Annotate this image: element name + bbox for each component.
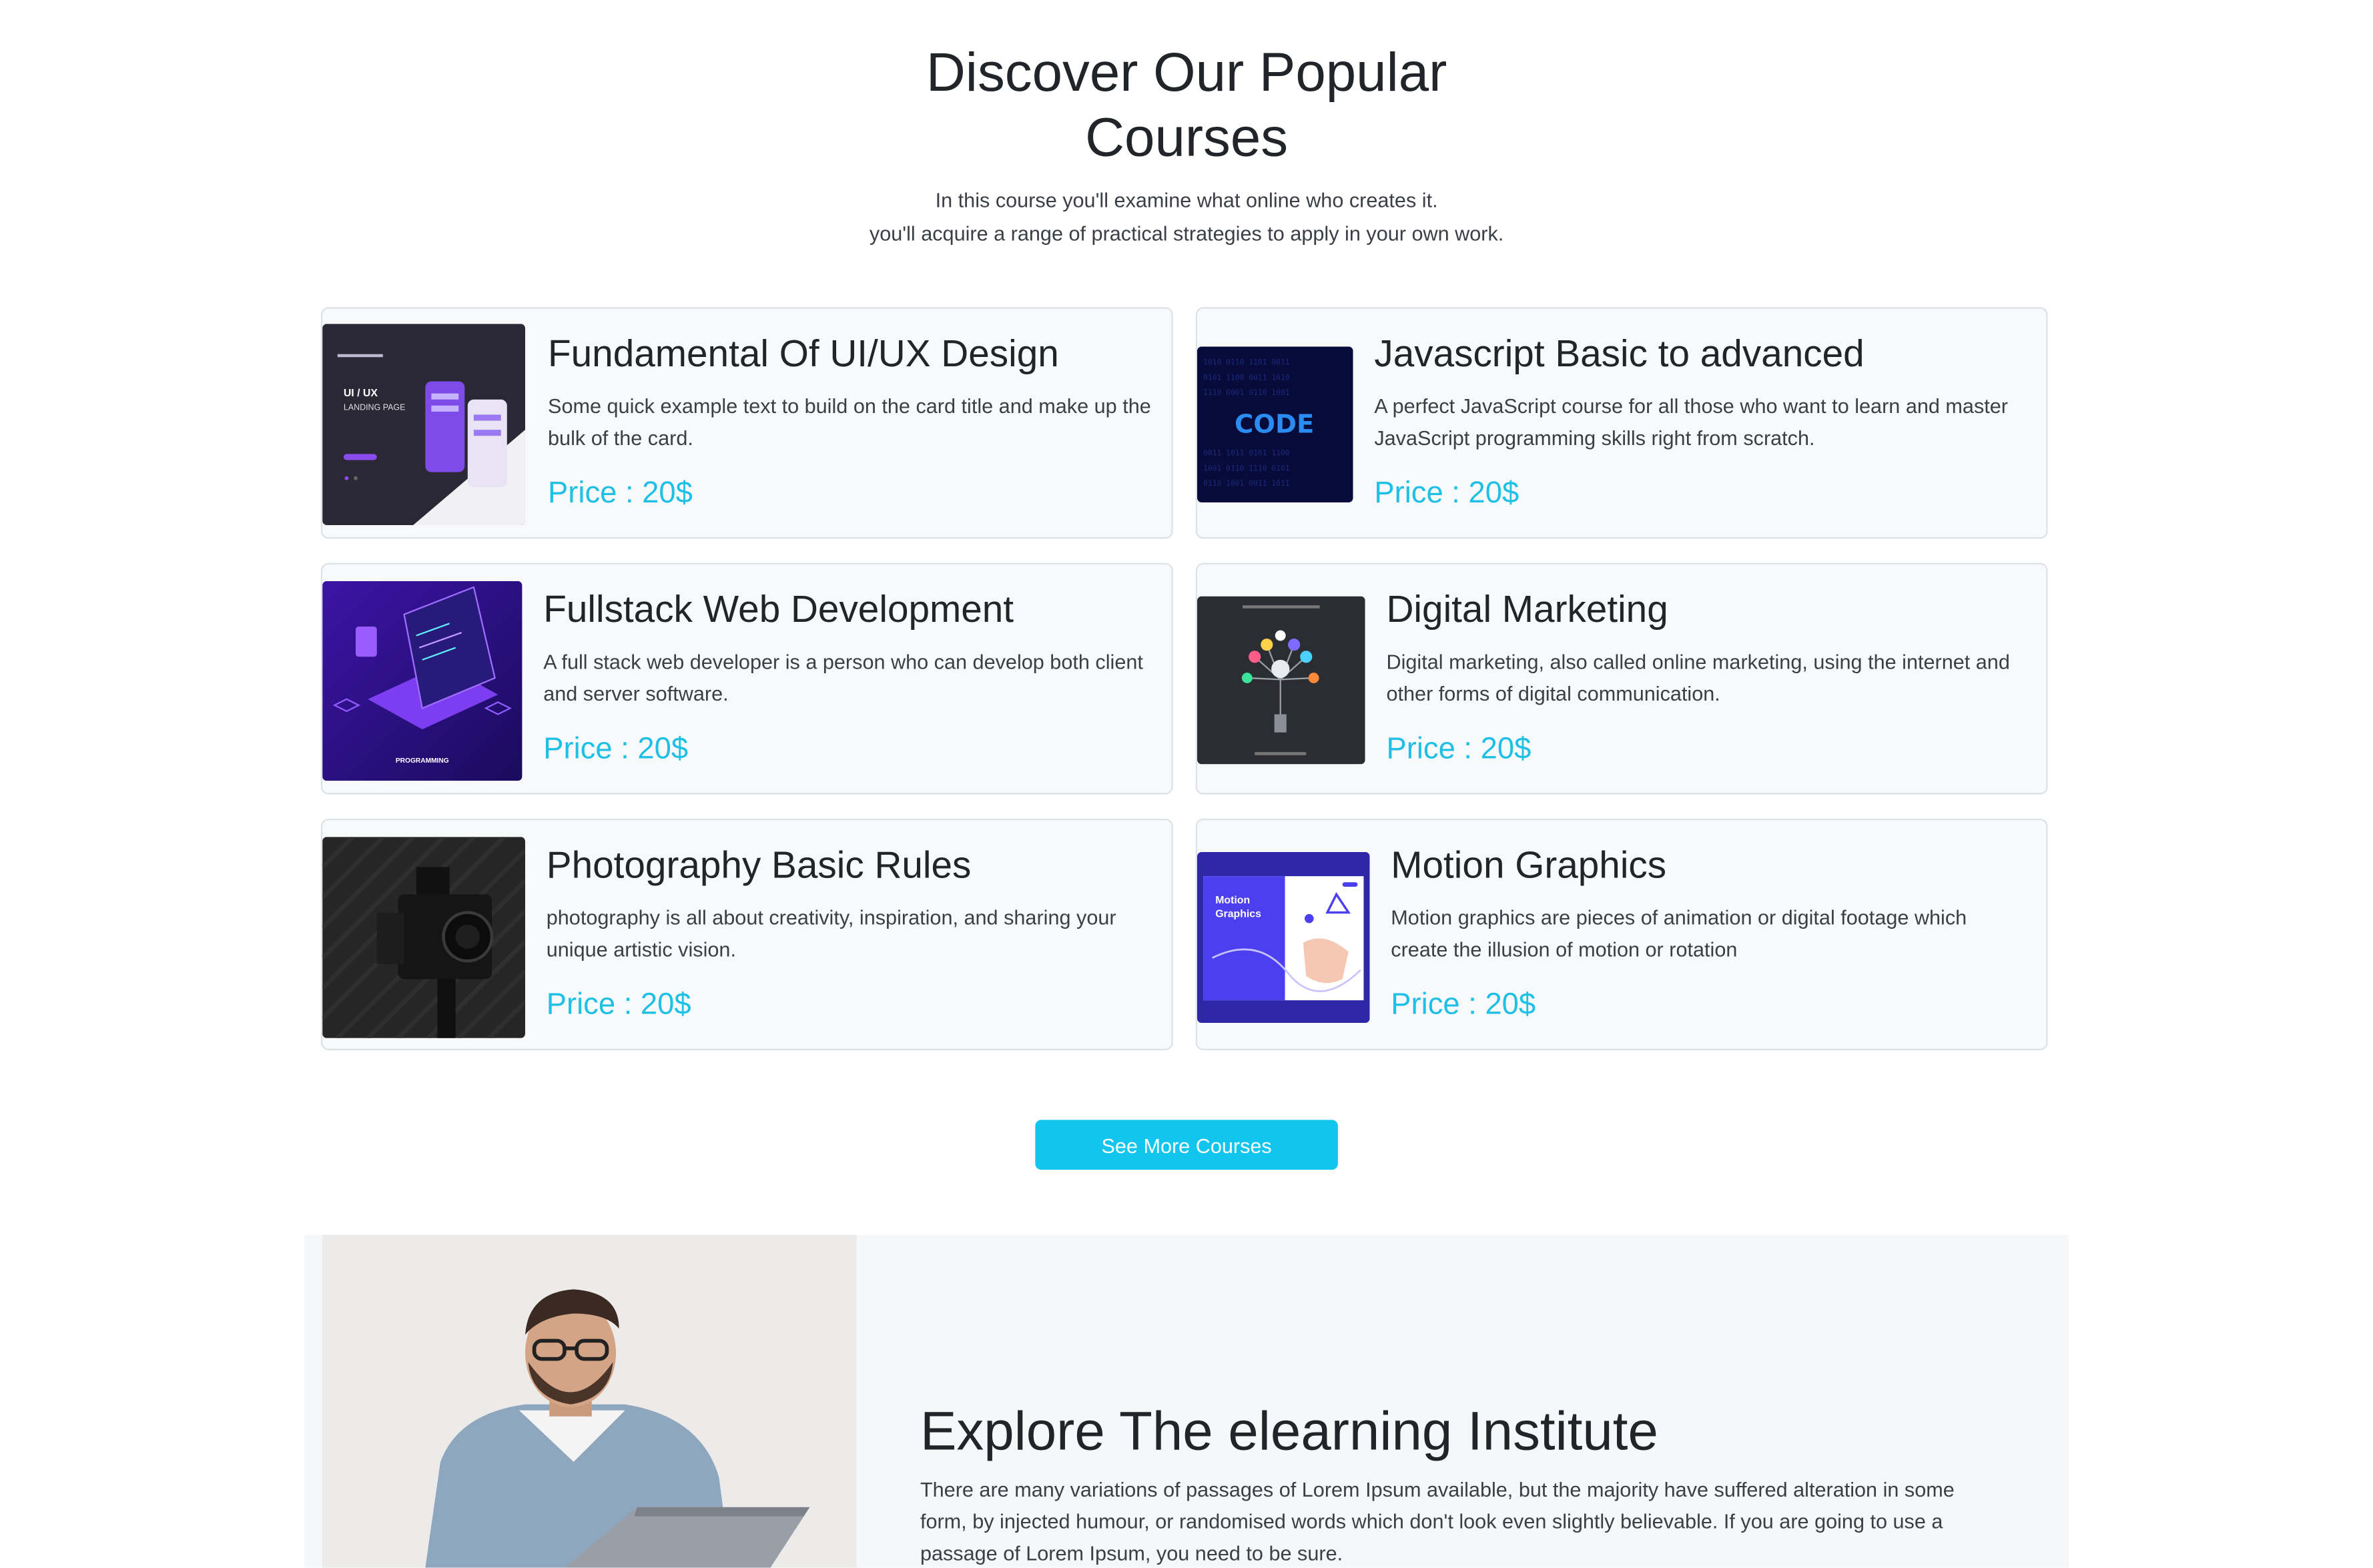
course-image-photography [322,837,525,1038]
course-card-javascript[interactable]: 1010 0110 1101 0011 0101 1100 0011 1010 … [1195,307,2048,539]
page: Discover Our Popular Courses In this cou… [0,0,2373,1568]
course-price: Price : 20$ [1374,476,1519,510]
uiux-image-sublabel: LANDING PAGE [344,403,406,412]
course-title[interactable]: Digital Marketing [1386,586,2028,636]
explore-section: Explore The elearning Institute There ar… [304,1234,2069,1568]
course-image-fullstack: PROGRAMMING [322,580,523,781]
svg-text:1010 0110 1101 0011: 1010 0110 1101 0011 [1203,358,1290,367]
laptop-illustration: PROGRAMMING [322,580,523,781]
course-description: Motion graphics are pieces of animation … [1391,906,1967,961]
svg-text:1110 0001 0110 1001: 1110 0001 0110 1001 [1203,388,1290,397]
course-price: Price : 20$ [548,476,693,510]
course-title[interactable]: Javascript Basic to advanced [1374,330,2028,380]
course-card-digital-marketing[interactable]: Digital Marketing Digital marketing, als… [1195,562,2048,795]
course-description: Digital marketing, also called online ma… [1386,651,2010,705]
see-more-courses-button[interactable]: See More Courses [1035,1120,1338,1170]
course-title[interactable]: Fundamental Of UI/UX Design [548,330,1153,380]
fullstack-image-label: PROGRAMMING [396,757,449,765]
motion-image-label: Motion [1215,895,1250,906]
course-card-body: Fundamental Of UI/UX Design Some quick e… [548,330,1153,512]
course-image-javascript: 1010 0110 1101 0011 0101 1100 0011 1010 … [1197,346,1353,502]
course-price: Price : 20$ [543,732,689,766]
explore-paragraph: There are many variations of passages of… [920,1478,1955,1565]
course-image-motion-graphics: Motion Graphics [1197,851,1370,1024]
student-with-laptop-image [322,1234,857,1568]
subtitle-line-2: you'll acquire a range of practical stra… [869,222,1504,245]
course-card-fullstack[interactable]: PROGRAMMING Fullstack Web Development A … [320,562,1173,795]
svg-text:1001 0110 1110 0101: 1001 0110 1110 0101 [1203,463,1290,472]
marketing-tree-illustration [1197,596,1365,765]
course-description: A perfect JavaScript course for all thos… [1374,394,2008,450]
course-description: Some quick example text to build on the … [548,394,1151,450]
svg-text:0101 1100 0011 1010: 0101 1100 0011 1010 [1203,372,1290,382]
explore-title: Explore The elearning Institute [920,1399,1658,1462]
student-photo [322,1234,857,1568]
motion-graphics-illustration: Motion Graphics [1197,851,1370,1024]
camera-illustration [322,837,525,1038]
course-card-uiux[interactable]: UI / UX LANDING PAGE Fundamental Of UI/U… [320,307,1173,539]
course-image-digital-marketing [1197,596,1365,765]
course-title[interactable]: Motion Graphics [1391,841,2028,891]
course-card-body: Fullstack Web Development A full stack w… [543,586,1153,769]
course-card-body: Motion Graphics Motion graphics are piec… [1391,841,2028,1024]
course-card-body: Photography Basic Rules photography is a… [547,841,1153,1024]
course-card-body: Javascript Basic to advanced A perfect J… [1374,330,2028,512]
course-title[interactable]: Photography Basic Rules [547,841,1153,891]
course-price: Price : 20$ [1386,732,1532,766]
svg-text:0110 1001 0011 1011: 0110 1001 0011 1011 [1203,478,1290,488]
course-description: A full stack web developer is a person w… [543,651,1143,705]
course-description: photography is all about creativity, ins… [546,906,1116,961]
course-card-photography[interactable]: Photography Basic Rules photography is a… [320,818,1173,1050]
course-title[interactable]: Fullstack Web Development [543,586,1153,636]
page-title: Discover Our Popular Courses [926,41,1447,168]
code-image-label: CODE [1235,410,1314,440]
code-illustration: 1010 0110 1101 0011 0101 1100 0011 1010 … [1197,346,1353,502]
courses-header: Discover Our Popular Courses In this cou… [0,39,2373,250]
svg-text:0011 1011 0101 1100: 0011 1011 0101 1100 [1203,448,1290,458]
course-price: Price : 20$ [1391,988,1536,1022]
uiux-illustration: UI / UX LANDING PAGE [322,324,525,525]
course-card-body: Digital Marketing Digital marketing, als… [1386,586,2028,769]
course-price: Price : 20$ [546,988,691,1022]
course-image-uiux: UI / UX LANDING PAGE [322,324,525,525]
subtitle-line-1: In this course you'll examine what onlin… [935,189,1438,212]
page-subtitle: In this course you'll examine what onlin… [0,185,2373,250]
uiux-image-label: UI / UX [344,388,378,399]
motion-image-sublabel: Graphics [1215,908,1261,919]
course-card-motion-graphics[interactable]: Motion Graphics Motion Graphics Motion g… [1195,818,2048,1050]
